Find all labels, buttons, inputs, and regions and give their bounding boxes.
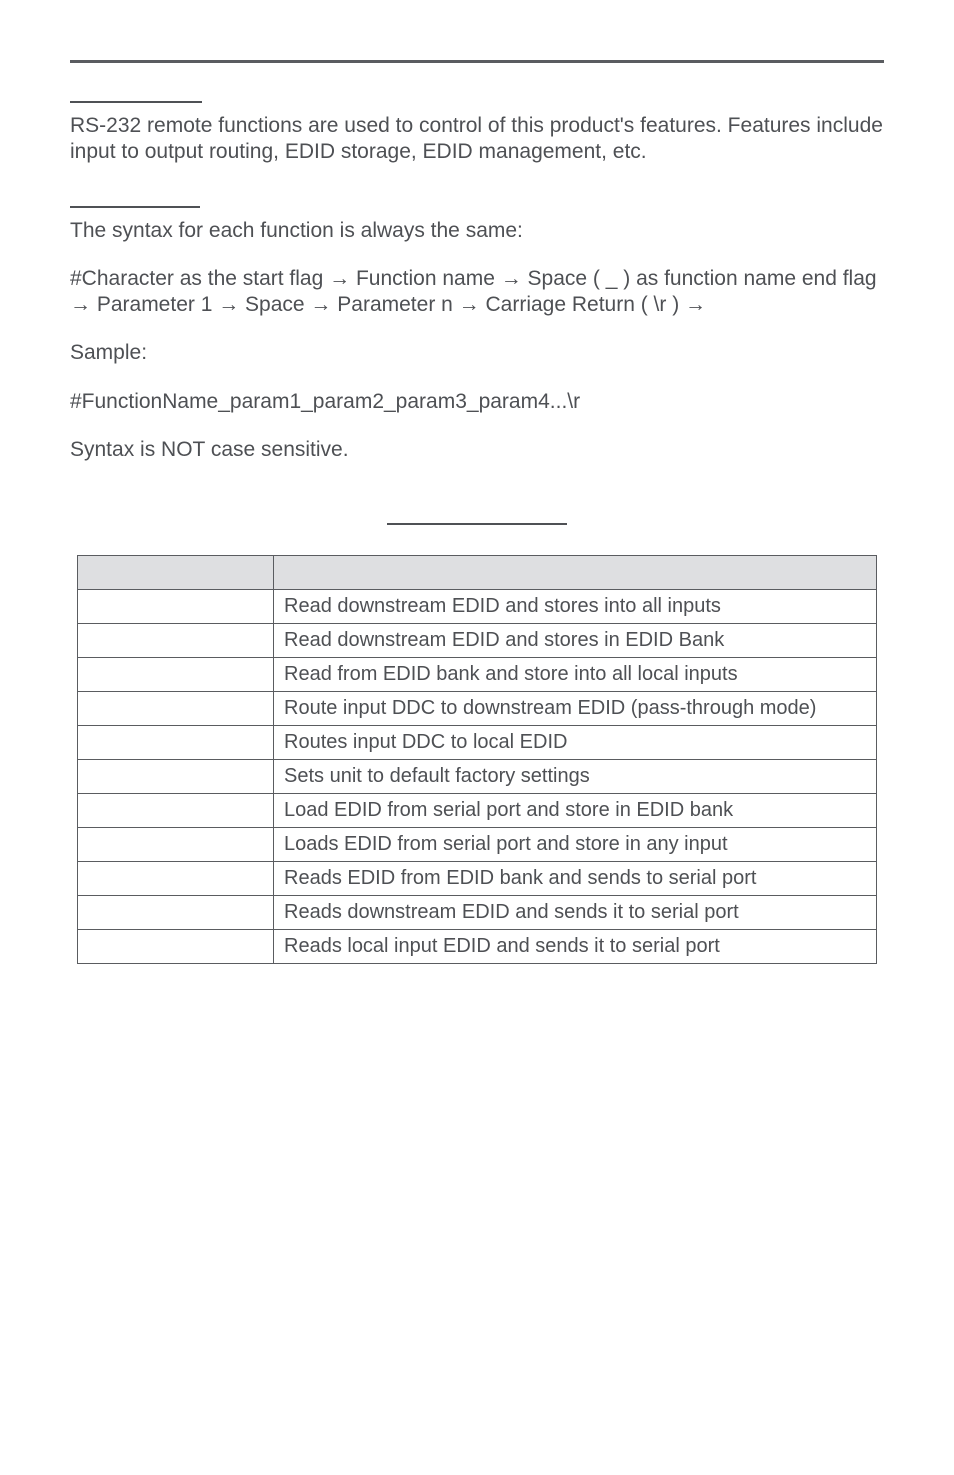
table-header-command — [78, 556, 274, 590]
cell-command — [78, 658, 274, 692]
cell-description: Loads EDID from serial port and store in… — [274, 828, 877, 862]
sample-label: Sample: — [70, 340, 884, 366]
cell-description: Route input DDC to downstream EDID (pass… — [274, 692, 877, 726]
section-rule-1 — [70, 101, 202, 103]
cell-description: Read from EDID bank and store into all l… — [274, 658, 877, 692]
table-row: Reads downstream EDID and sends it to se… — [78, 896, 877, 930]
sample-code: #FunctionName_param1_param2_param3_param… — [70, 389, 884, 415]
table-row: Read from EDID bank and store into all l… — [78, 658, 877, 692]
cell-command — [78, 590, 274, 624]
cell-command — [78, 794, 274, 828]
cell-command — [78, 862, 274, 896]
cell-description: Reads EDID from EDID bank and sends to s… — [274, 862, 877, 896]
table-row: Read downstream EDID and stores into all… — [78, 590, 877, 624]
table-row: Load EDID from serial port and store in … — [78, 794, 877, 828]
cell-description: Load EDID from serial port and store in … — [274, 794, 877, 828]
cell-command — [78, 624, 274, 658]
section-rule-2 — [70, 206, 200, 208]
cell-description: Sets unit to default factory settings — [274, 760, 877, 794]
cell-command — [78, 726, 274, 760]
table-row: Loads EDID from serial port and store in… — [78, 828, 877, 862]
cell-command — [78, 760, 274, 794]
cell-description: Reads downstream EDID and sends it to se… — [274, 896, 877, 930]
cell-command — [78, 930, 274, 964]
table-row: Reads local input EDID and sends it to s… — [78, 930, 877, 964]
document-page: RS-232 remote functions are used to cont… — [0, 0, 954, 1475]
syntax-flow: #Character as the start flag → Function … — [70, 266, 884, 319]
cell-command — [78, 828, 274, 862]
cell-description: Reads local input EDID and sends it to s… — [274, 930, 877, 964]
edid-management-table: Read downstream EDID and stores into all… — [77, 555, 877, 964]
cell-description: Read downstream EDID and stores in EDID … — [274, 624, 877, 658]
top-rule — [70, 60, 884, 63]
table-header-row — [78, 556, 877, 590]
cell-description: Routes input DDC to local EDID — [274, 726, 877, 760]
syntax-intro: The syntax for each function is always t… — [70, 218, 884, 244]
table-row: Read downstream EDID and stores in EDID … — [78, 624, 877, 658]
cell-command — [78, 692, 274, 726]
table-header-description — [274, 556, 877, 590]
table-row: Routes input DDC to local EDID — [78, 726, 877, 760]
table-row: Route input DDC to downstream EDID (pass… — [78, 692, 877, 726]
cell-description: Read downstream EDID and stores into all… — [274, 590, 877, 624]
table-row: Reads EDID from EDID bank and sends to s… — [78, 862, 877, 896]
syntax-note: Syntax is NOT case sensitive. — [70, 437, 884, 463]
table-heading-rule — [387, 523, 567, 525]
intro-paragraph: RS-232 remote functions are used to cont… — [70, 113, 884, 166]
cell-command — [78, 896, 274, 930]
table-row: Sets unit to default factory settings — [78, 760, 877, 794]
